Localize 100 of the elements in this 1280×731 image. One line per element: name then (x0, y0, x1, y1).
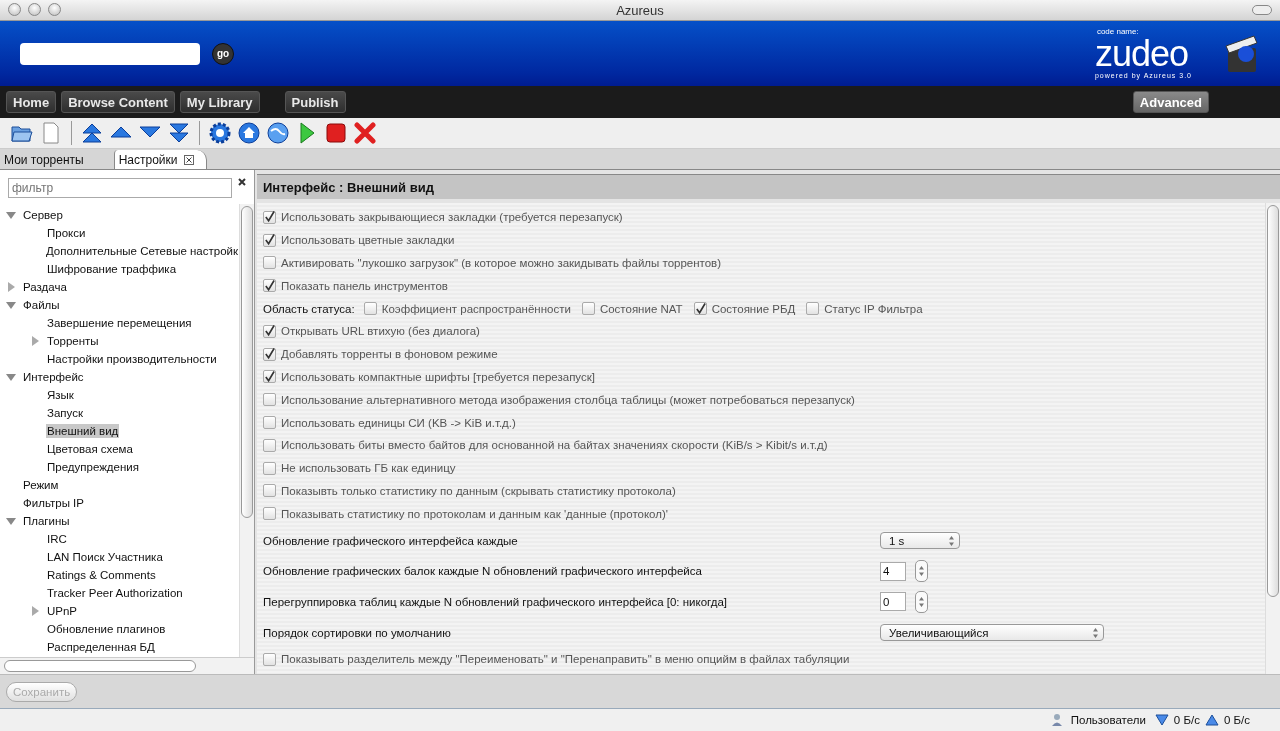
tree-item[interactable]: Прокси (46, 226, 87, 240)
globe-icon[interactable] (266, 121, 290, 145)
checkbox[interactable] (263, 393, 276, 407)
filter-field[interactable]: фильтр (8, 178, 232, 198)
move-bottom-icon[interactable] (167, 121, 191, 145)
checkbox[interactable] (263, 347, 276, 361)
option-label: Использование альтернативного метода изображения столбца таблицы (может потребоваться перезапуск) (281, 393, 855, 406)
tree-item[interactable]: Обновление плагинов (46, 622, 167, 636)
up-down-arrows-icon[interactable] (1092, 626, 1099, 639)
tree-item[interactable]: Ratings & Comments (46, 568, 157, 582)
tree-item[interactable]: Торренты (46, 334, 100, 348)
tree-item[interactable]: Настройки производительности (46, 352, 218, 366)
option-label: Использовать цветные закладки (281, 234, 455, 247)
up-down-arrows-icon[interactable] (948, 534, 955, 547)
search-field[interactable] (20, 42, 200, 65)
vertical-scrollbar[interactable] (239, 204, 254, 657)
number-field[interactable]: 0 (880, 592, 906, 612)
move-top-icon[interactable] (80, 121, 104, 145)
dropdown[interactable]: 1 s (880, 532, 960, 549)
expanded-triangle-icon[interactable] (6, 516, 16, 526)
nav-tab[interactable]: Home (6, 91, 57, 113)
checkbox[interactable] (263, 653, 276, 666)
setting-label: Обновление графических балок каждые N обновлений графического интерфейса (263, 565, 703, 578)
toolbar-toggle-button[interactable] (1252, 5, 1272, 15)
checkbox[interactable] (263, 279, 276, 293)
tree-item[interactable]: Распределенная БД (46, 640, 156, 654)
option-label: Состояние NAT (599, 302, 683, 315)
expanded-triangle-icon[interactable] (6, 210, 16, 220)
checkbox[interactable] (263, 370, 276, 384)
download-speed: 0 Б/с (1173, 714, 1200, 726)
tree-item[interactable]: Раздача (22, 280, 68, 294)
close-tab-icon[interactable] (183, 154, 194, 165)
nav-tab[interactable]: Publish (284, 91, 346, 113)
checkbox[interactable] (263, 210, 276, 224)
checkbox[interactable] (263, 256, 276, 270)
stepper[interactable] (915, 591, 928, 613)
checkbox[interactable] (263, 416, 276, 430)
checkbox[interactable] (363, 302, 377, 316)
dropdown[interactable]: Увеличивающийся (880, 624, 1104, 642)
tree-item[interactable]: Предупреждения (46, 460, 140, 474)
clear-filter-icon[interactable] (238, 178, 246, 186)
tree-item[interactable]: Дополнительные Сетевые настройк (44, 244, 239, 258)
option-label: Использовать компактные шрифты [требуется перезапуск] (281, 370, 595, 383)
checkbox[interactable] (693, 302, 707, 316)
advanced-button[interactable]: Advanced (1132, 91, 1209, 113)
tree-item[interactable]: IRC (46, 532, 68, 546)
checkbox[interactable] (263, 324, 276, 338)
go-button[interactable]: go (212, 42, 234, 65)
tree-item[interactable]: Сервер (22, 208, 64, 222)
stop-icon[interactable] (324, 121, 348, 145)
nav-tab[interactable]: Browse Content (61, 91, 175, 113)
tree-item[interactable]: Язык (46, 388, 75, 402)
expanded-triangle-icon[interactable] (6, 300, 16, 310)
expanded-triangle-icon[interactable] (6, 372, 16, 382)
checkbox[interactable] (263, 484, 276, 498)
option-label: Показывть только статистику по данным (скрывать статистику протокола) (281, 484, 676, 497)
group-label: Область статуса: (263, 302, 355, 315)
setting-label: Порядок сортировки по умолчанию (263, 626, 452, 639)
tree-item[interactable]: Шифрование траффика (46, 262, 178, 276)
zoom-window-button[interactable] (48, 3, 61, 16)
tree-item[interactable]: Цветовая схема (46, 442, 134, 456)
collapsed-triangle-icon[interactable] (6, 282, 16, 292)
tree-item[interactable]: Завершение перемещения (46, 316, 193, 330)
horizontal-scrollbar[interactable] (0, 657, 254, 674)
tree-item[interactable]: Tracker Peer Authorization (46, 586, 184, 600)
option-label: Не использовать ГБ как единицу (281, 462, 456, 475)
tab[interactable]: Мои торренты (0, 150, 96, 169)
nav-tab[interactable]: My Library (179, 91, 260, 113)
home-icon[interactable] (237, 121, 261, 145)
tree-item[interactable]: UPnP (46, 604, 79, 618)
option-label: Состояние РБД (711, 302, 796, 315)
tree-item[interactable]: Запуск (46, 406, 84, 420)
up-down-arrows-icon[interactable] (918, 596, 925, 608)
settings-icon[interactable] (208, 121, 232, 145)
close-window-button[interactable] (8, 3, 21, 16)
tree-item[interactable]: Интерфейс (22, 370, 85, 384)
tree-item[interactable]: LAN Поиск Участника (46, 550, 164, 564)
close-icon[interactable] (353, 121, 377, 145)
checkbox[interactable] (263, 507, 276, 521)
tree-item[interactable]: Внешний вид (46, 424, 120, 438)
minimize-window-button[interactable] (28, 3, 41, 16)
checkbox[interactable] (581, 302, 595, 316)
stepper[interactable] (915, 560, 928, 583)
upload-arrow-icon (1204, 714, 1219, 726)
tree-item[interactable]: Режим (22, 478, 60, 492)
checkbox[interactable] (263, 438, 276, 452)
number-field[interactable]: 4 (880, 561, 906, 581)
collapsed-triangle-icon[interactable] (30, 336, 40, 346)
tree-item[interactable]: Плагины (22, 514, 71, 528)
download-arrow-icon (1154, 714, 1169, 726)
tree-item[interactable]: Фильтры IP (22, 496, 85, 510)
checkbox[interactable] (263, 461, 276, 475)
vertical-scrollbar[interactable] (1265, 203, 1280, 674)
option-label: Использовать биты вместо байтов для основанной на байтах значениях скорости (KiB/s > Kibit/s и.т.д) (281, 439, 828, 452)
checkbox[interactable] (263, 233, 276, 247)
tree-item[interactable]: Файлы (22, 298, 61, 312)
tab[interactable]: Настройки (113, 150, 207, 169)
checkbox[interactable] (806, 302, 820, 316)
up-down-arrows-icon[interactable] (918, 565, 925, 578)
collapsed-triangle-icon[interactable] (30, 606, 40, 616)
